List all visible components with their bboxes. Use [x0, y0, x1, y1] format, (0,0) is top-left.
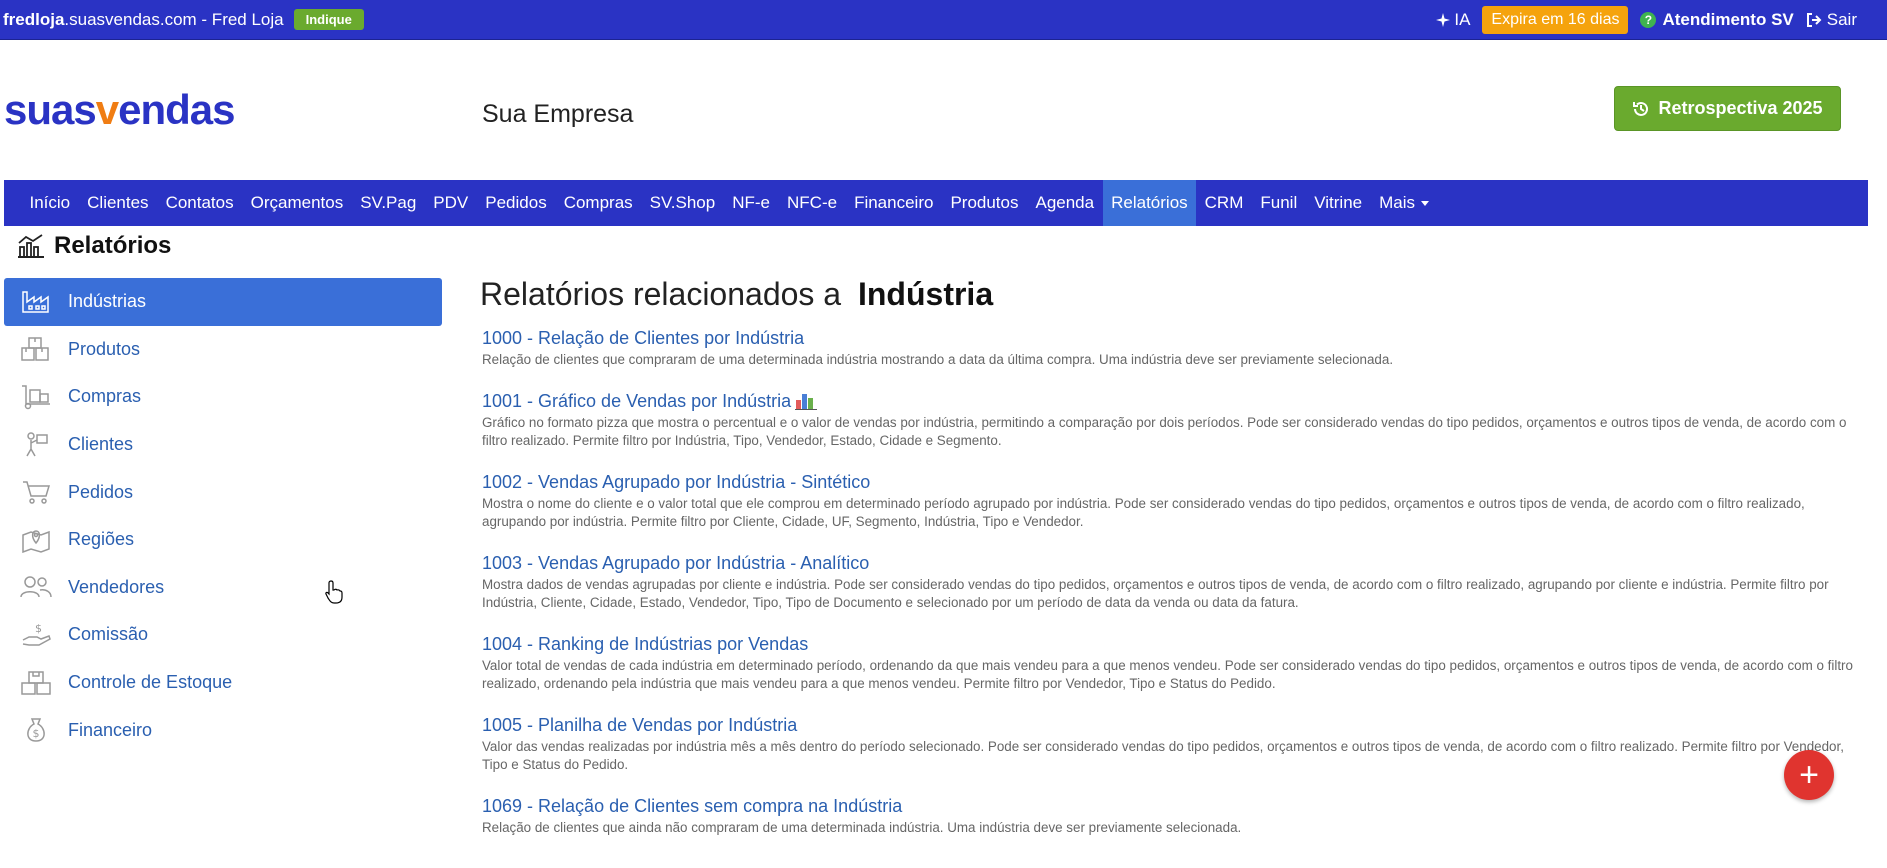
- report-description: Relação de clientes que compraram de uma…: [482, 352, 1394, 367]
- sidebar-item-comissao[interactable]: $ Comissão: [4, 611, 442, 659]
- svg-text:$: $: [33, 727, 40, 740]
- company-name: Sua Empresa: [482, 100, 634, 128]
- svg-text:$: $: [35, 622, 42, 635]
- reports-sidebar: Indústrias Produtos Compras Clientes Ped…: [4, 278, 442, 754]
- hand-cursor-icon: [325, 580, 343, 604]
- report-item: 1003 - Vendas Agrupado por Indústria - A…: [482, 553, 1860, 613]
- report-description: Valor das vendas realizadas por indústri…: [482, 738, 1844, 773]
- sidebar-item-controle-estoque[interactable]: Controle de Estoque: [4, 659, 442, 707]
- factory-icon: [18, 287, 54, 317]
- nav-financeiro[interactable]: Financeiro: [846, 180, 942, 226]
- report-item: 1005 - Planilha de Vendas por Indústria …: [482, 715, 1860, 775]
- nav-vitrine[interactable]: Vitrine: [1306, 180, 1371, 226]
- sidebar-item-compras[interactable]: Compras: [4, 373, 442, 421]
- nav-mais[interactable]: Mais: [1371, 180, 1438, 226]
- person-sign-icon: [18, 430, 54, 460]
- report-link[interactable]: 1000 - Relação de Clientes por Indústria: [482, 328, 1860, 349]
- report-item: 1004 - Ranking de Indústrias por Vendas …: [482, 634, 1860, 694]
- nav-nfe[interactable]: NF-e: [724, 180, 779, 226]
- chart-icon: [18, 234, 44, 258]
- nav-svshop[interactable]: SV.Shop: [641, 180, 724, 226]
- report-link[interactable]: 1004 - Ranking de Indústrias por Vendas: [482, 634, 1860, 655]
- dolly-icon: [18, 382, 54, 412]
- nav-pedidos[interactable]: Pedidos: [477, 180, 555, 226]
- add-fab-button[interactable]: +: [1784, 750, 1834, 800]
- report-description: Relação de clientes que ainda não compra…: [482, 819, 1242, 835]
- nav-clientes[interactable]: Clientes: [79, 180, 157, 226]
- indique-button[interactable]: Indique: [293, 9, 364, 30]
- nav-inicio[interactable]: Início: [21, 180, 79, 226]
- history-icon: [1633, 101, 1649, 116]
- nav-contatos[interactable]: Contatos: [157, 180, 242, 226]
- main-nav: Início Clientes Contatos Orçamentos SV.P…: [4, 180, 1868, 226]
- nav-compras[interactable]: Compras: [555, 180, 641, 226]
- report-link[interactable]: 1002 - Vendas Agrupado por Indústria - S…: [482, 472, 1860, 493]
- nav-pdv[interactable]: PDV: [425, 180, 477, 226]
- report-item: 1000 - Relação de Clientes por Indústria…: [482, 328, 1860, 370]
- money-bag-icon: $: [18, 715, 54, 745]
- help-icon: ?: [1640, 12, 1657, 28]
- boxes-icon: [18, 334, 54, 364]
- report-description: Valor total de vendas de cada indústria …: [482, 657, 1853, 692]
- report-link[interactable]: 1005 - Planilha de Vendas por Indústria: [482, 715, 1860, 736]
- top-bar: fredloja.suasvendas.com - Fred Loja Indi…: [0, 0, 1887, 40]
- ia-button[interactable]: IA: [1436, 10, 1470, 30]
- sidebar-item-produtos[interactable]: Produtos: [4, 326, 442, 374]
- sidebar-item-pedidos[interactable]: Pedidos: [4, 468, 442, 516]
- nav-funil[interactable]: Funil: [1252, 180, 1306, 226]
- nav-agenda[interactable]: Agenda: [1027, 180, 1103, 226]
- report-description: Gráfico no formato pizza que mostra o pe…: [482, 414, 1847, 449]
- sparkle-icon: [1436, 13, 1451, 27]
- nav-relatorios[interactable]: Relatórios: [1102, 180, 1197, 226]
- sidebar-item-financeiro[interactable]: $ Financeiro: [4, 706, 442, 754]
- users-icon: [18, 572, 54, 602]
- nav-crm[interactable]: CRM: [1196, 180, 1252, 226]
- report-item: 1069 - Relação de Clientes sem compra na…: [482, 796, 1860, 838]
- atendimento-link[interactable]: ? Atendimento SV: [1640, 10, 1794, 30]
- reports-heading: Relatórios relacionados a Indústria: [480, 276, 994, 312]
- reports-main: Relatórios relacionados a Indústria 1000…: [480, 276, 1860, 858]
- bar-chart-icon: [795, 394, 818, 410]
- logout-icon: [1806, 13, 1822, 27]
- report-description: Mostra dados de vendas agrupadas por cli…: [482, 576, 1829, 611]
- nav-orcamentos[interactable]: Orçamentos: [242, 180, 352, 226]
- sidebar-item-clientes[interactable]: Clientes: [4, 421, 442, 469]
- sidebar-item-regioes[interactable]: Regiões: [4, 516, 442, 564]
- map-pin-icon: [18, 525, 54, 555]
- stock-boxes-icon: [18, 668, 54, 698]
- nav-svpag[interactable]: SV.Pag: [352, 180, 425, 226]
- report-link[interactable]: 1069 - Relação de Clientes sem compra na…: [482, 796, 1860, 817]
- nav-nfce[interactable]: NFC-e: [779, 180, 846, 226]
- expira-badge[interactable]: Expira em 16 dias: [1482, 6, 1629, 34]
- report-description: Mostra o nome do cliente e o valor total…: [482, 495, 1805, 530]
- page-title: Relatórios: [16, 232, 171, 260]
- site-name: fredloja.suasvendas.com - Fred Loja: [3, 9, 284, 29]
- sidebar-item-industrias[interactable]: Indústrias: [4, 278, 442, 326]
- sidebar-item-vendedores[interactable]: Vendedores: [4, 564, 442, 612]
- report-link[interactable]: 1001 - Gráfico de Vendas por Indústria: [482, 391, 1860, 412]
- chevron-down-icon: [1421, 200, 1430, 206]
- nav-produtos[interactable]: Produtos: [942, 180, 1027, 226]
- report-item: 1001 - Gráfico de Vendas por Indústria G…: [482, 391, 1860, 451]
- suasvendas-logo[interactable]: suasvendas: [4, 86, 235, 134]
- report-link[interactable]: 1003 - Vendas Agrupado por Indústria - A…: [482, 553, 1860, 574]
- hand-dollar-icon: $: [18, 620, 54, 650]
- sair-link[interactable]: Sair: [1806, 10, 1857, 30]
- report-item: 1002 - Vendas Agrupado por Indústria - S…: [482, 472, 1860, 532]
- retrospectiva-button[interactable]: Retrospectiva 2025: [1614, 86, 1841, 131]
- cart-icon: [18, 477, 54, 507]
